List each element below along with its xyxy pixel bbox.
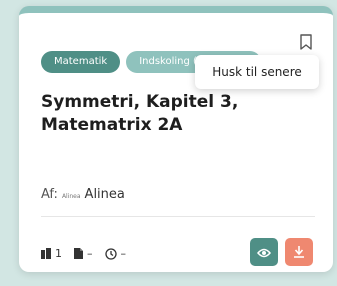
author-name: Alinea bbox=[84, 187, 125, 202]
stat-pages-value: 1 bbox=[55, 247, 62, 260]
author-line: Af: Alinea Alinea bbox=[41, 187, 125, 202]
pages-icon bbox=[41, 248, 51, 259]
stat-documents: – bbox=[74, 247, 93, 260]
material-card[interactable]: Matematik Indskoling (Fase 1) f... Symme… bbox=[19, 6, 333, 272]
bookmark-icon[interactable] bbox=[299, 34, 313, 50]
download-button[interactable] bbox=[285, 238, 313, 266]
stat-time: – bbox=[104, 247, 127, 260]
stat-documents-value: – bbox=[87, 247, 93, 260]
card-title[interactable]: Symmetri, Kapitel 3, Matematrix 2A bbox=[41, 91, 281, 137]
download-icon bbox=[294, 243, 304, 262]
stat-pages: 1 bbox=[41, 247, 62, 260]
eye-icon bbox=[257, 243, 271, 262]
clock-icon bbox=[104, 247, 117, 260]
publisher-logo: Alinea bbox=[61, 193, 81, 200]
divider bbox=[41, 216, 315, 217]
stats-row: 1 – – bbox=[41, 247, 126, 260]
stat-time-value: – bbox=[120, 247, 127, 260]
author-label: Af: bbox=[41, 187, 58, 202]
tooltip-save-for-later: Husk til senere bbox=[195, 55, 319, 89]
view-button[interactable] bbox=[250, 238, 278, 266]
tag-subject[interactable]: Matematik bbox=[41, 51, 121, 73]
document-icon bbox=[74, 248, 83, 259]
